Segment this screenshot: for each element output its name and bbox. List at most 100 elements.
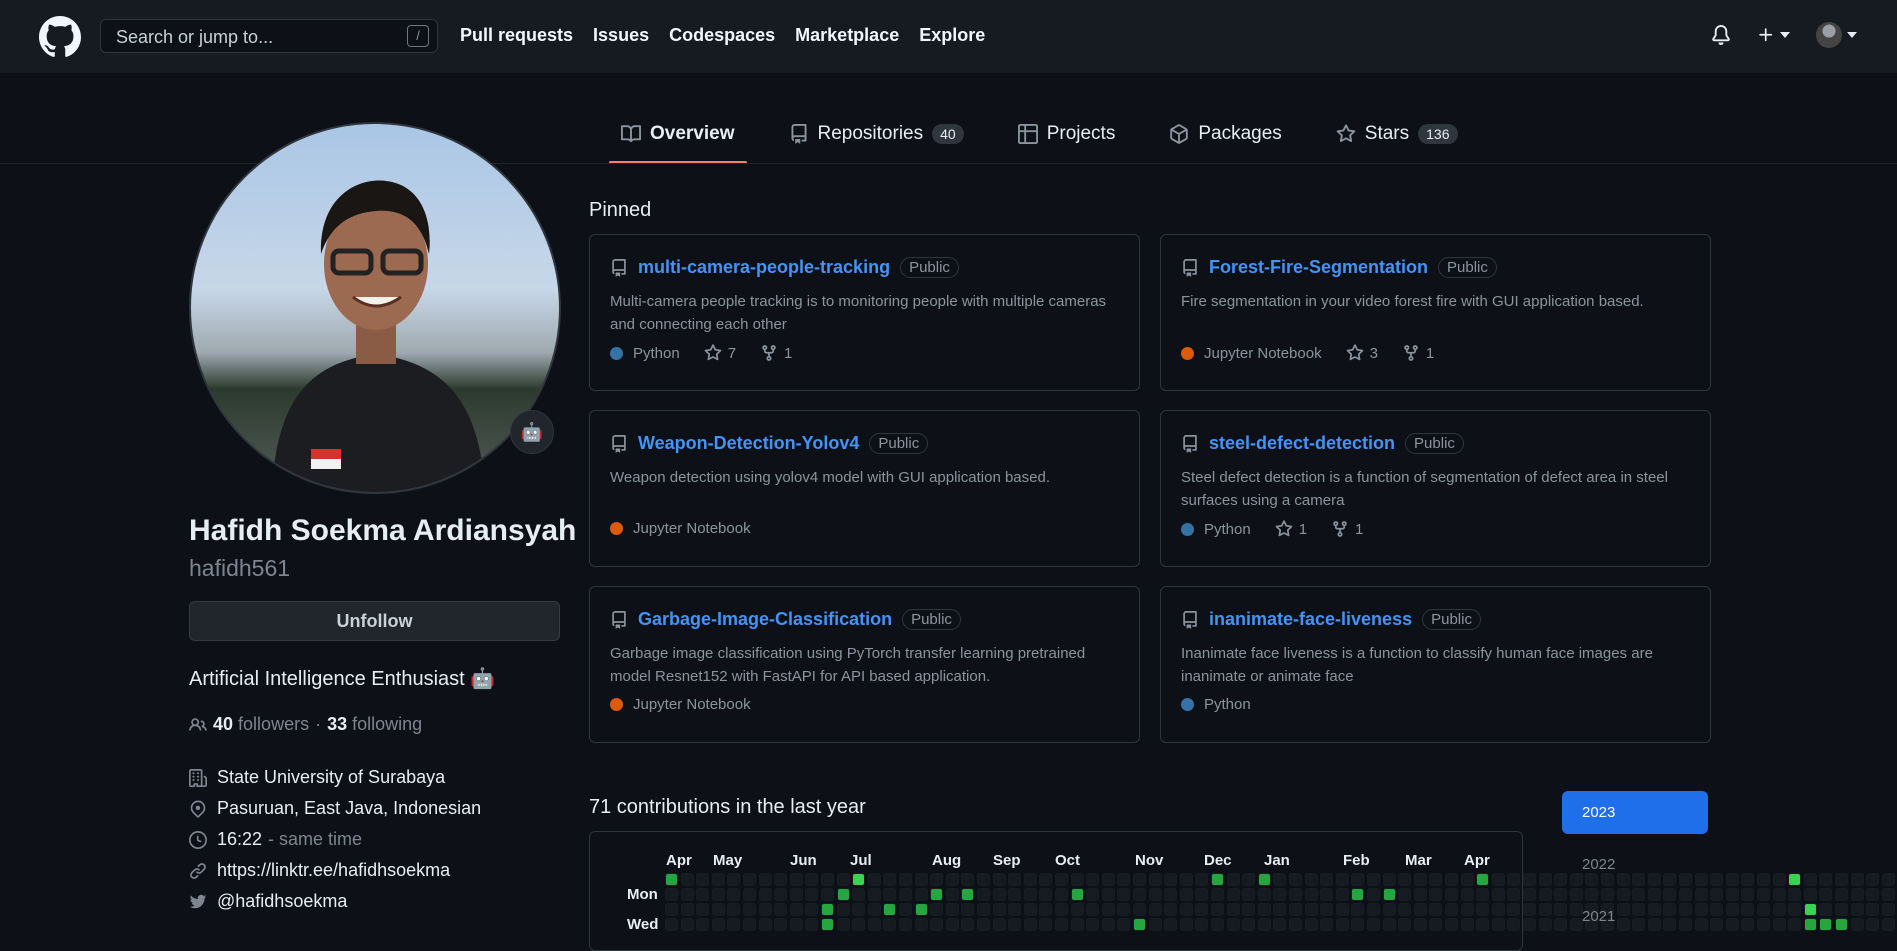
contribution-cell[interactable] <box>1772 918 1786 931</box>
contribution-cell[interactable] <box>977 873 990 886</box>
contribution-cell[interactable] <box>696 888 710 901</box>
contribution-cell[interactable] <box>1351 918 1365 931</box>
contribution-cell[interactable] <box>711 918 725 931</box>
contribution-cell[interactable] <box>1413 918 1427 931</box>
contribution-cell[interactable] <box>1179 918 1193 931</box>
contribution-cell[interactable] <box>1023 903 1037 916</box>
contribution-cell[interactable] <box>867 903 881 916</box>
contribution-cell[interactable] <box>1211 918 1224 931</box>
contribution-cell[interactable] <box>883 888 897 901</box>
contribution-cell[interactable] <box>696 903 710 916</box>
contribution-cell[interactable] <box>1320 873 1334 886</box>
twitter-link[interactable]: @hafidhsoekma <box>217 891 347 912</box>
contribution-cell[interactable] <box>1273 873 1287 886</box>
contribution-cell[interactable] <box>1273 918 1287 931</box>
contribution-cell[interactable] <box>1523 873 1536 886</box>
contribution-cell[interactable] <box>1070 873 1084 886</box>
contribution-cell[interactable] <box>1850 918 1864 931</box>
contribution-cell[interactable] <box>1226 888 1240 901</box>
contribution-cell[interactable] <box>1445 888 1458 901</box>
contribution-cell[interactable] <box>1304 903 1318 916</box>
contribution-cell[interactable] <box>821 903 834 916</box>
contribution-cell[interactable] <box>1101 888 1115 901</box>
contribution-cell[interactable] <box>1211 873 1224 886</box>
contribution-cell[interactable] <box>1538 903 1552 916</box>
contribution-cell[interactable] <box>758 918 772 931</box>
contribution-cell[interactable] <box>1491 873 1505 886</box>
contribution-cell[interactable] <box>1117 918 1131 931</box>
contribution-cell[interactable] <box>1242 903 1256 916</box>
contribution-cell[interactable] <box>1398 918 1412 931</box>
contribution-cell[interactable] <box>758 873 772 886</box>
contribution-cell[interactable] <box>1289 903 1302 916</box>
contribution-cell[interactable] <box>1819 873 1833 886</box>
contribution-cell[interactable] <box>1023 873 1037 886</box>
contribution-cell[interactable] <box>852 903 866 916</box>
contribution-cell[interactable] <box>789 903 803 916</box>
contribution-cell[interactable] <box>1538 888 1552 901</box>
contribution-cell[interactable] <box>1273 903 1287 916</box>
contribution-cell[interactable] <box>1491 918 1505 931</box>
contribution-cell[interactable] <box>883 873 897 886</box>
contribution-cell[interactable] <box>1335 873 1349 886</box>
contribution-cell[interactable] <box>1710 918 1724 931</box>
contribution-cell[interactable] <box>1788 918 1802 931</box>
contribution-cell[interactable] <box>1725 873 1739 886</box>
tab-projects[interactable]: Projects <box>1006 104 1128 164</box>
contribution-cell[interactable] <box>1835 888 1848 901</box>
contribution-cell[interactable] <box>1070 918 1084 931</box>
contribution-cell[interactable] <box>914 888 928 901</box>
contribution-cell[interactable] <box>1367 873 1380 886</box>
contribution-cell[interactable] <box>1835 873 1848 886</box>
contribution-cell[interactable] <box>1772 873 1786 886</box>
contribution-cell[interactable] <box>1835 918 1848 931</box>
contribution-cell[interactable] <box>1523 918 1536 931</box>
contribution-cell[interactable] <box>1226 873 1240 886</box>
contribution-cell[interactable] <box>899 918 912 931</box>
contribution-cell[interactable] <box>1835 903 1848 916</box>
contribution-cell[interactable] <box>711 903 725 916</box>
contribution-cell[interactable] <box>1164 888 1178 901</box>
contribution-cell[interactable] <box>743 903 756 916</box>
contribution-cell[interactable] <box>961 918 975 931</box>
contribution-cell[interactable] <box>1101 903 1115 916</box>
contribution-cell[interactable] <box>665 918 678 931</box>
contribution-cell[interactable] <box>1335 918 1349 931</box>
contribution-cell[interactable] <box>1445 873 1458 886</box>
contribution-cell[interactable] <box>1367 903 1380 916</box>
contribution-cell[interactable] <box>1257 918 1271 931</box>
stars-link[interactable]: 1 <box>1275 520 1307 538</box>
contribution-cell[interactable] <box>945 903 959 916</box>
contribution-cell[interactable] <box>1148 918 1162 931</box>
contribution-cell[interactable] <box>1242 888 1256 901</box>
contribution-cell[interactable] <box>1289 888 1302 901</box>
contribution-cell[interactable] <box>1086 918 1100 931</box>
contribution-cell[interactable] <box>1866 873 1880 886</box>
contribution-cell[interactable] <box>1538 873 1552 886</box>
contribution-cell[interactable] <box>1304 873 1318 886</box>
contribution-cell[interactable] <box>1429 918 1443 931</box>
contribution-cell[interactable] <box>1242 873 1256 886</box>
set-status-button[interactable]: 🤖 <box>510 410 554 454</box>
contribution-cell[interactable] <box>1819 903 1833 916</box>
contribution-cell[interactable] <box>680 873 694 886</box>
tab-stars[interactable]: Stars 136 <box>1324 104 1470 164</box>
nav-issues[interactable]: Issues <box>593 25 649 46</box>
contribution-cell[interactable] <box>1320 903 1334 916</box>
contribution-cell[interactable] <box>1445 918 1458 931</box>
contribution-cell[interactable] <box>1460 918 1474 931</box>
search-input[interactable]: Search or jump to... / <box>100 19 438 53</box>
contribution-cell[interactable] <box>945 918 959 931</box>
contribution-cell[interactable] <box>945 888 959 901</box>
contribution-cell[interactable] <box>1741 903 1755 916</box>
contribution-cell[interactable] <box>696 873 710 886</box>
contribution-cell[interactable] <box>1055 873 1068 886</box>
contribution-cell[interactable] <box>774 873 788 886</box>
contribution-cell[interactable] <box>1507 888 1521 901</box>
contribution-cell[interactable] <box>961 903 975 916</box>
contribution-cell[interactable] <box>1523 903 1536 916</box>
contribution-cell[interactable] <box>1881 873 1895 886</box>
forks-link[interactable]: 1 <box>1402 344 1434 362</box>
contribution-cell[interactable] <box>1413 903 1427 916</box>
following-link[interactable]: 33 following <box>327 714 422 735</box>
